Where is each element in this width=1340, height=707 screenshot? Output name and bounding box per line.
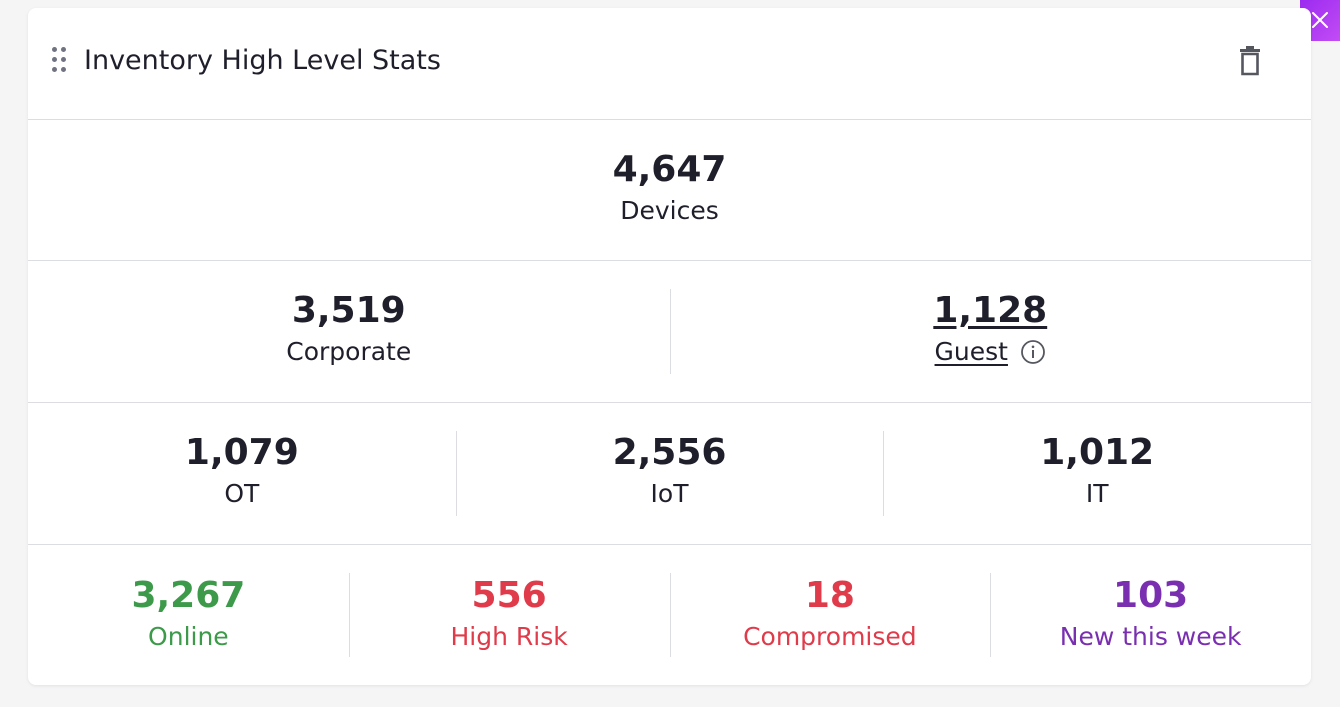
online-label: Online <box>148 622 229 651</box>
ot-stat: 1,079 OT <box>28 403 456 544</box>
widget-header: Inventory High Level Stats <box>28 8 1311 120</box>
network-split-row: 3,519 Corporate 1,128 Guest <box>28 261 1311 403</box>
total-devices-stat: 4,647 Devices <box>28 120 1311 260</box>
it-value: 1,012 <box>1040 432 1155 473</box>
device-status-row: 3,267 Online 556 High Risk 18 Compromise… <box>28 545 1311 685</box>
inventory-stats-widget: Inventory High Level Stats 4,647 Devices… <box>28 8 1311 685</box>
high-risk-label: High Risk <box>450 622 568 651</box>
info-icon[interactable] <box>1020 339 1046 365</box>
iot-label: IoT <box>650 479 689 508</box>
iot-value: 2,556 <box>612 432 727 473</box>
guest-stat: 1,128 Guest <box>669 261 1312 402</box>
ot-label: OT <box>224 479 260 508</box>
compromised-stat: 18 Compromised <box>669 545 991 685</box>
corporate-value: 3,519 <box>291 290 406 331</box>
it-stat: 1,012 IT <box>883 403 1311 544</box>
it-label: IT <box>1085 479 1109 508</box>
widget-title: Inventory High Level Stats <box>84 45 441 76</box>
high-risk-stat: 556 High Risk <box>348 545 670 685</box>
new-this-week-value: 103 <box>1113 575 1189 616</box>
high-risk-value: 556 <box>471 575 547 616</box>
guest-value-link[interactable]: 1,128 <box>670 261 1312 331</box>
online-stat: 3,267 Online <box>28 545 349 685</box>
corporate-stat: 3,519 Corporate <box>28 261 670 402</box>
guest-label-group: Guest <box>935 337 1046 367</box>
total-devices-row: 4,647 Devices <box>28 120 1311 261</box>
device-types-row: 1,079 OT 2,556 IoT 1,012 IT <box>28 403 1311 545</box>
trash-icon <box>1240 46 1260 76</box>
delete-button[interactable] <box>1236 45 1264 79</box>
compromised-value: 18 <box>804 575 855 616</box>
online-value: 3,267 <box>131 575 246 616</box>
new-this-week-label: New this week <box>1059 622 1242 651</box>
iot-stat: 2,556 IoT <box>455 403 884 544</box>
compromised-label: Compromised <box>743 622 917 651</box>
corporate-label: Corporate <box>286 337 412 366</box>
new-this-week-stat: 103 New this week <box>990 545 1311 685</box>
total-devices-value: 4,647 <box>612 149 727 190</box>
total-devices-label: Devices <box>620 196 719 225</box>
guest-label-link[interactable]: Guest <box>935 337 1008 367</box>
ot-value: 1,079 <box>184 432 299 473</box>
drag-handle-icon[interactable] <box>52 47 68 75</box>
